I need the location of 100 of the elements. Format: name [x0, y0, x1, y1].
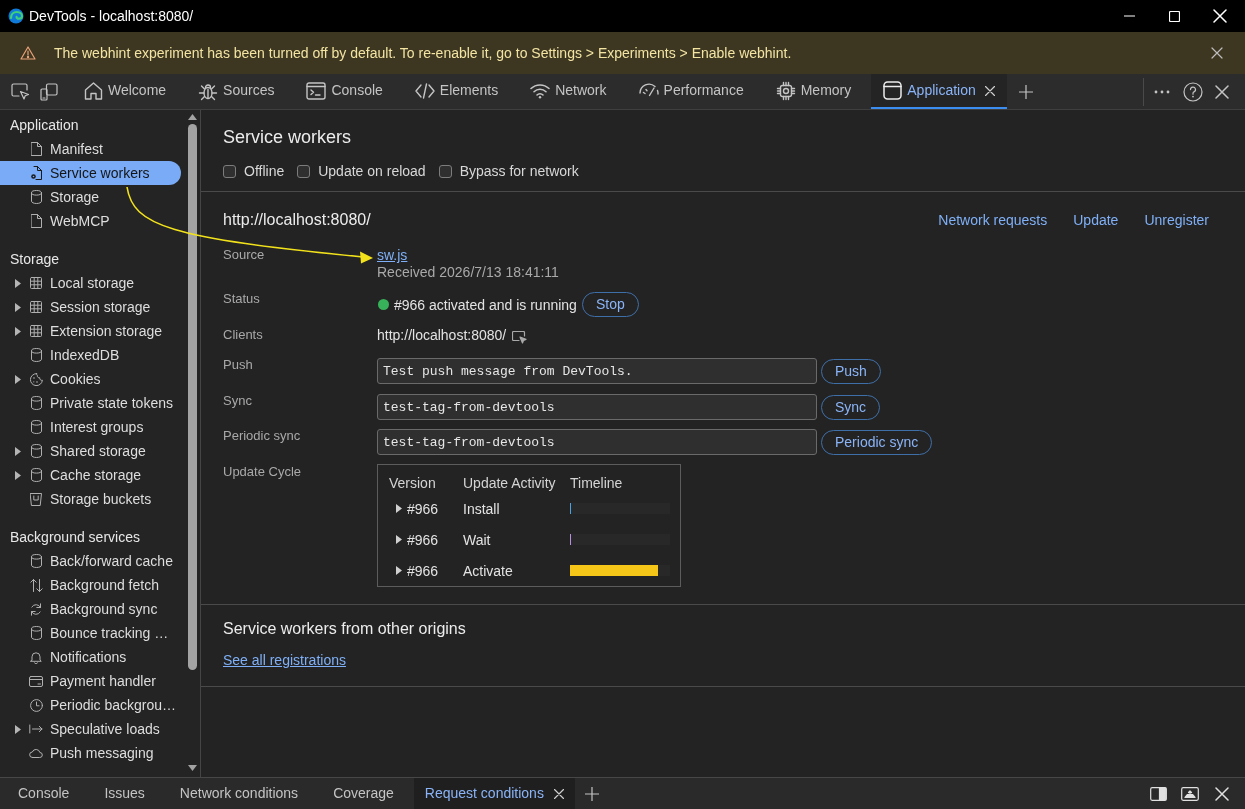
sidebar-item[interactable]: Speculative loads [0, 717, 181, 741]
scrollbar-thumb[interactable] [188, 124, 197, 670]
terminal-icon [306, 81, 327, 100]
table-cell: Activate [463, 561, 513, 580]
drawer-tab[interactable]: Request conditions [413, 778, 575, 809]
sidebar-item[interactable]: Background sync [0, 597, 181, 621]
checkbox-label[interactable]: Offline [244, 162, 285, 180]
tab[interactable]: Application [871, 74, 1007, 109]
sidebar-item[interactable]: Push messaging [0, 741, 181, 765]
checkbox-label[interactable]: Update on reload [318, 162, 426, 180]
scroll-down-icon [188, 765, 197, 771]
checkbox[interactable] [297, 164, 311, 178]
periodic-sync-tag-field[interactable]: test-tag-from-devtools [377, 429, 817, 455]
drawer-tab[interactable]: Console [3, 778, 85, 809]
source-link[interactable]: sw.js [377, 246, 408, 264]
panel-title: Service workers [223, 126, 352, 148]
sidebar-item[interactable]: Cookies [0, 367, 181, 391]
wifi-icon [530, 82, 551, 99]
tab[interactable]: Welcome [72, 74, 179, 109]
sidebar-item[interactable]: Background fetch [0, 573, 181, 597]
sidebar-item[interactable]: Payment handler [0, 669, 181, 693]
sidebar-item[interactable]: Shared storage [0, 439, 181, 463]
sidebar-item[interactable]: Service workers [0, 161, 181, 185]
sidebar-item[interactable]: Periodic backgrou… [0, 693, 181, 717]
minimize-icon [1124, 15, 1135, 17]
checkbox[interactable] [438, 164, 452, 178]
app-logo-icon [8, 8, 24, 24]
chip-icon [775, 80, 796, 101]
checkbox-label[interactable]: Bypass for network [459, 162, 579, 180]
sidebar-item[interactable]: IndexedDB [0, 343, 181, 367]
tab[interactable]: Network [518, 74, 619, 109]
action-link[interactable]: Unregister [1144, 211, 1209, 229]
push-data-field[interactable]: Test push message from DevTools. [377, 358, 817, 384]
window-title: DevTools - localhost:8080/ [29, 7, 194, 25]
cylinder-icon [30, 190, 42, 204]
device-icon [40, 82, 58, 101]
table-cell: Install [463, 499, 500, 518]
sidebar-item[interactable]: Local storage [0, 271, 181, 295]
sidebar-item[interactable]: Interest groups [0, 415, 181, 439]
cookie-icon [29, 372, 43, 386]
field-label: Update Cycle [223, 463, 302, 481]
tab[interactable]: Console [294, 74, 395, 109]
table-cell: #966 [407, 499, 439, 518]
tab[interactable]: Sources [186, 74, 287, 109]
field-label: Clients [223, 326, 263, 344]
sidebar-item[interactable]: WebMCP [0, 209, 181, 233]
sidebar-item[interactable]: Notifications [0, 645, 181, 669]
sidebar-item[interactable]: Bounce tracking … [0, 621, 181, 645]
gauge-icon [638, 82, 659, 99]
received-time: Received 2026/7/13 18:41:11 [377, 264, 559, 281]
sidebar-item[interactable]: Extension storage [0, 319, 181, 343]
file-icon [30, 142, 42, 156]
field-label: Status [223, 290, 260, 308]
checkbox[interactable] [223, 164, 236, 178]
drawer-tab[interactable]: Coverage [318, 778, 409, 809]
registrations-link[interactable]: See all registrations [223, 651, 346, 669]
close-icon [1211, 47, 1223, 59]
close-icon [984, 85, 995, 96]
status-text: #966 activated and is running [394, 295, 577, 314]
clock-icon [29, 698, 43, 712]
cylinder-icon [30, 348, 42, 362]
sidebar-item[interactable]: Private state tokens [0, 391, 181, 415]
maximize-icon [1169, 10, 1180, 22]
sidebar-item[interactable]: Manifest [0, 137, 181, 161]
grid-icon [30, 301, 42, 313]
field-label: Push [223, 356, 253, 374]
close-icon [1215, 84, 1229, 99]
sidebar-item[interactable]: Back/forward cache [0, 549, 181, 573]
action-link[interactable]: Update [1073, 211, 1119, 229]
section-title: Service workers from other origins [223, 619, 466, 639]
warning-icon [20, 46, 36, 60]
sidebar-item[interactable]: Storage buckets [0, 487, 181, 511]
table-cell: #966 [407, 561, 439, 580]
cylinder-icon [30, 444, 42, 458]
cylinder-icon [30, 420, 42, 434]
drawer-tab[interactable]: Issues [89, 778, 160, 809]
tab[interactable]: Elements [402, 74, 511, 109]
grid-icon [30, 325, 42, 337]
sidebar-item[interactable]: Cache storage [0, 463, 181, 487]
sync-tag-field[interactable]: test-tag-from-devtools [377, 394, 817, 420]
focus-client-button[interactable] [512, 330, 528, 344]
tab[interactable]: Performance [626, 74, 756, 109]
sidebar-item[interactable]: Storage [0, 185, 181, 209]
bar-arrow-icon [29, 724, 43, 734]
sidebar-item[interactable]: Session storage [0, 295, 181, 319]
help-button[interactable] [1182, 79, 1204, 104]
window-cursor-icon [512, 330, 528, 344]
column-header: Timeline [570, 474, 623, 492]
plus-icon [584, 786, 599, 801]
sync-icon [30, 602, 42, 616]
bucket-icon [30, 492, 42, 506]
file-gear-icon [30, 166, 42, 180]
drawer-tab[interactable]: Network conditions [164, 778, 314, 809]
close-icon [1215, 786, 1229, 801]
file-icon [30, 214, 42, 228]
action-link[interactable]: Network requests [938, 211, 1048, 229]
tab[interactable]: Memory [763, 74, 864, 109]
plus-icon [1018, 84, 1033, 99]
field-label: Sync [223, 392, 252, 410]
up-down-arrows-icon [29, 578, 43, 592]
